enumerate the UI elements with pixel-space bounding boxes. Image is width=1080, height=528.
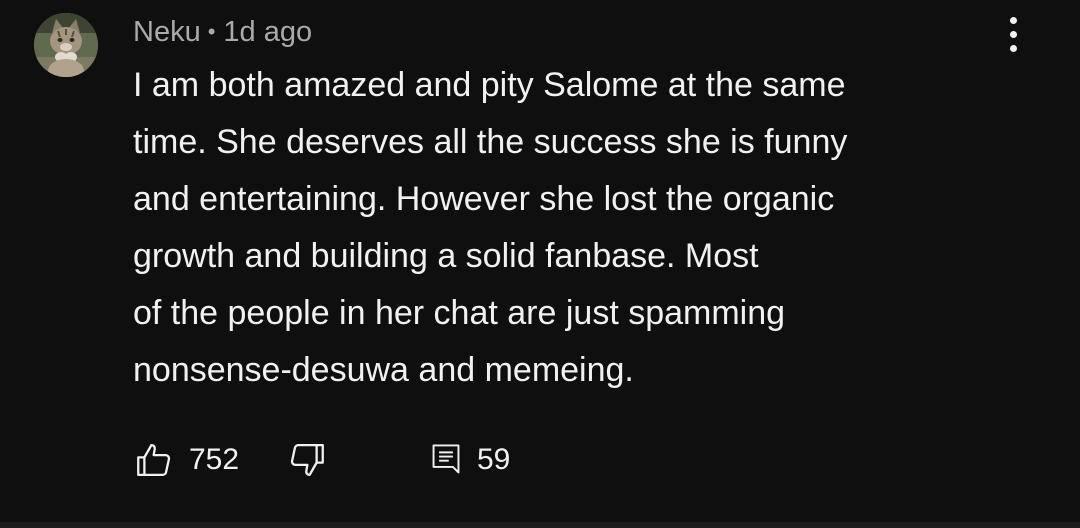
comment-text-line: growth and building a solid fanbase. Mos… — [133, 237, 759, 275]
comment-text-line: of the people in her chat are just spamm… — [133, 294, 786, 332]
dislike-button[interactable] — [286, 438, 328, 482]
like-button[interactable]: 752 — [133, 438, 239, 482]
comment-icon — [432, 444, 460, 474]
more-vertical-icon — [1010, 17, 1017, 24]
comment-text-line: and entertaining. However she lost the o… — [133, 180, 835, 218]
comment-header: Neku • 1d ago — [133, 14, 312, 50]
more-vertical-icon-dot — [1010, 31, 1017, 38]
reply-button[interactable]: 59 — [429, 438, 510, 482]
comment-text-line: time. She deserves all the success she i… — [133, 123, 848, 161]
separator-dot: • — [207, 19, 216, 44]
comment-text-line: nonsense-desuwa and memeing. — [133, 351, 634, 389]
comment-card: Neku • 1d ago I am both amazed and pity Sa… — [0, 0, 1080, 522]
divider — [0, 522, 1080, 528]
reply-count: 59 — [477, 443, 511, 476]
author-name[interactable]: Neku — [133, 16, 201, 48]
timestamp: 1d ago — [223, 16, 313, 48]
comment-text: I am both amazed and pity Salome at the … — [133, 57, 973, 399]
like-count: 752 — [189, 443, 240, 476]
comment-text-line: I am both amazed and pity Salome at the … — [133, 66, 846, 104]
avatar[interactable] — [34, 13, 98, 77]
more-vertical-icon-dot — [1010, 45, 1017, 52]
cat-avatar-image — [34, 13, 98, 77]
thumbs-up-icon — [137, 443, 171, 477]
thumbs-down-icon — [290, 443, 324, 477]
more-options-button[interactable] — [996, 14, 1032, 54]
